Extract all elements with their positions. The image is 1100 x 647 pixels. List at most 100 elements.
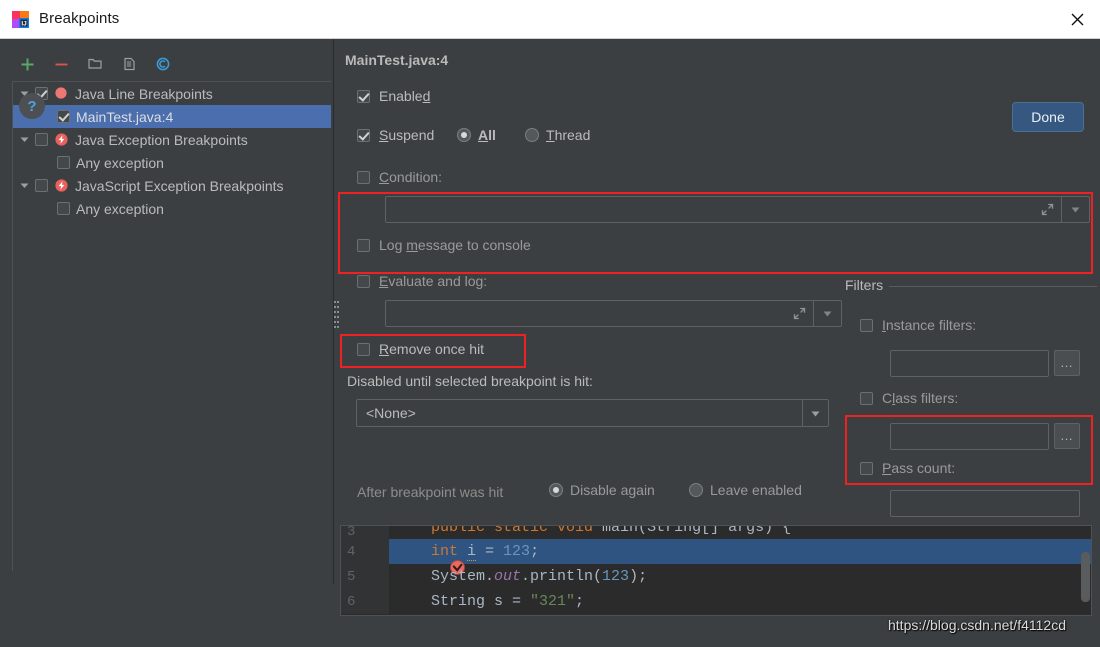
disabled-until-value: <None> [366,405,416,421]
enabled-checkbox[interactable] [357,89,370,103]
condition-input-buttons [1033,197,1089,222]
radio-leave-enabled[interactable] [689,483,703,497]
class-filters-value[interactable] [891,424,1048,449]
chevron-down-icon[interactable] [1061,197,1089,222]
help-question-icon[interactable]: ? [19,93,45,119]
done-button[interactable]: Done [1012,102,1084,132]
instance-filters-browse-button[interactable]: … [1054,350,1080,376]
tree-row[interactable]: JavaScript Exception Breakpoints [13,174,331,197]
remove-breakpoint-button[interactable] [46,50,76,78]
done-button-label: Done [1031,109,1065,125]
class-filters-checkbox[interactable] [860,391,873,405]
radio-all[interactable] [457,128,471,142]
add-breakpoint-button[interactable] [12,50,42,78]
splitter-grip[interactable] [334,301,339,339]
help-label: ? [27,97,37,115]
remove-once-hit-checkbox[interactable] [357,342,370,356]
tree-row-label: JavaScript Exception Breakpoints [75,177,284,194]
tree-row[interactable]: Java Exception Breakpoints [13,128,331,151]
suspend-policy-thread-radio[interactable]: Thread [525,127,590,143]
code-gutter[interactable]: 4 [341,539,466,575]
tree-row-checkbox[interactable] [57,110,70,123]
pass-count-checkbox[interactable] [860,461,873,475]
exception-breakpoint-icon [54,178,70,194]
tree-row-checkbox[interactable] [35,179,48,192]
ellipsis-icon: … [1060,428,1074,443]
disable-again-label: Disable again [570,482,655,498]
pass-count-value[interactable] [891,491,1079,516]
class-filters-input[interactable] [890,423,1049,450]
code-gutter: 3 [341,525,389,540]
watermark: https://blog.csdn.net/f4112cd [888,617,1066,633]
condition-input[interactable] [385,196,1090,223]
red-circle-breakpoint-icon [54,86,70,102]
log-message-checkbox[interactable] [357,238,370,252]
expand-editor-icon[interactable] [1033,197,1061,222]
chevron-down-icon[interactable] [802,400,828,426]
folder-icon[interactable] [80,50,110,78]
instance-filters-value[interactable] [891,351,1048,376]
instance-filters-input[interactable] [890,350,1049,377]
pane-splitter[interactable] [332,39,340,584]
tree-row[interactable]: Any exception [13,197,331,220]
after-hit-leave-enabled-radio[interactable]: Leave enabled [689,482,802,498]
class-filters-browse-button[interactable]: … [1054,423,1080,449]
red-circle-breakpoint-icon[interactable] [365,543,466,575]
tree-row[interactable]: MainTest.java:4 [13,105,331,128]
evaluate-log-checkbox[interactable] [357,274,370,288]
evaluate-log-label: Evaluate and log: [379,273,488,289]
condition-input-value[interactable] [386,197,1089,222]
tree-row-checkbox[interactable] [57,156,70,169]
title-bar: IJ Breakpoints [0,0,1100,39]
log-message-checkbox-row[interactable]: Log message to console [357,237,531,253]
pass-count-input[interactable] [890,490,1080,517]
class-filters-checkbox-row[interactable]: Class filters: [860,390,958,406]
expand-editor-icon[interactable] [785,301,813,326]
tree-row-label: Any exception [76,154,164,171]
condition-checkbox[interactable] [357,170,370,184]
after-hit-disable-again-radio[interactable]: Disable again [549,482,655,498]
evaluate-log-input[interactable] [385,300,842,327]
evaluate-log-checkbox-row[interactable]: Evaluate and log: [357,273,487,289]
suspend-checkbox-row[interactable]: Suspend [357,127,434,143]
instance-filters-checkbox-row[interactable]: Instance filters: [860,317,976,333]
document-icon[interactable] [114,50,144,78]
ellipsis-icon: … [1060,355,1074,370]
after-hit-label: After breakpoint was hit [357,484,504,500]
enabled-label: Enabled [379,88,431,104]
enabled-checkbox-row[interactable]: Enabled [357,88,430,104]
remove-once-hit-checkbox-row[interactable]: Remove once hit [357,341,484,357]
code-line-text: System.out.println(123); [431,568,648,585]
tree-row-checkbox[interactable] [57,202,70,215]
class-c-icon[interactable] [148,50,178,78]
page-title: MainTest.java:4 [345,52,449,68]
dialog-body: Java Line Breakpoints MainTest.java:4 Ja… [0,39,1100,647]
dialog-bottom-bar [0,584,1100,647]
disabled-until-combobox[interactable]: <None> [356,399,829,427]
condition-label: Condition: [379,169,443,185]
close-icon[interactable] [1054,0,1100,38]
breakpoint-detail-pane: MainTest.java:4 Enabled Suspend All Thre… [340,39,1100,584]
breakpoints-tree[interactable]: Java Line Breakpoints MainTest.java:4 Ja… [12,81,331,571]
evaluate-log-input-value[interactable] [386,301,841,326]
suspend-checkbox[interactable] [357,128,370,142]
chevron-down-icon[interactable] [13,174,35,197]
breakpoints-toolbar [12,49,178,79]
pass-count-checkbox-row[interactable]: Pass count: [860,460,955,476]
suspend-policy-all-radio[interactable]: All [457,127,496,143]
class-filters-label: Class filters: [882,390,959,406]
instance-filters-checkbox[interactable] [860,318,873,332]
tree-row[interactable]: Java Line Breakpoints [13,82,331,105]
radio-thread[interactable] [525,128,539,142]
code-line-number: 3 [347,525,356,540]
condition-checkbox-row[interactable]: Condition: [357,169,442,185]
tree-row-label: Java Line Breakpoints [75,85,213,102]
chevron-down-icon[interactable] [13,128,35,151]
code-line: 4 int i = 123; [341,539,1091,575]
radio-disable-again[interactable] [549,483,563,497]
tree-row[interactable]: Any exception [13,151,331,174]
leave-enabled-label: Leave enabled [710,482,802,498]
chevron-down-icon[interactable] [813,301,841,326]
tree-row-checkbox[interactable] [35,133,48,146]
tree-row-label: MainTest.java:4 [76,108,174,125]
